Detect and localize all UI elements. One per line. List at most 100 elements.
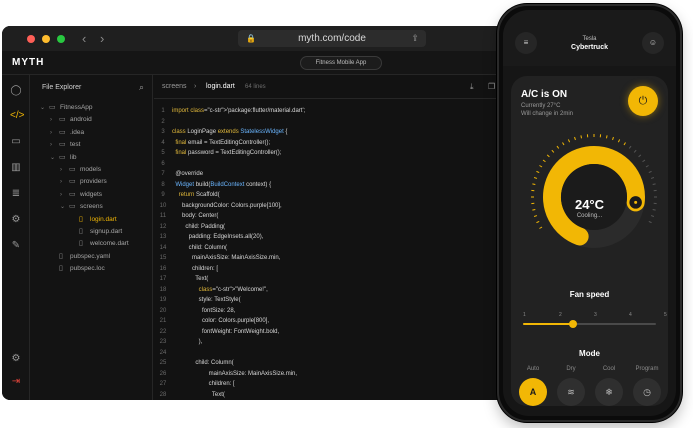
code-line: 27 children: [ (154, 379, 235, 389)
code-line: 19 style: TextStyle( (154, 295, 241, 305)
tree-file[interactable]: ▯ pubspec.yaml (50, 251, 110, 263)
code-text: final password = TextEditingController()… (175, 150, 282, 156)
dial-tick (605, 135, 608, 139)
line-count: 64 lines (245, 84, 266, 90)
code-text: fontWeight: FontWeight.bold, (172, 328, 280, 335)
code-text: ), (172, 339, 203, 345)
code-line: 5 final password = TextEditingController… (154, 148, 281, 158)
chevron-right-icon: › (50, 117, 52, 124)
fan-speed-thumb[interactable] (568, 320, 577, 328)
files-icon[interactable]: ▭ (10, 136, 22, 148)
code-text: fontSize: 28, (172, 307, 236, 314)
code-text: style: TextStyle( (172, 297, 241, 303)
line-number: 4 (161, 139, 165, 146)
code-line: 10 backgroundColor: Colors.purple[100], (154, 201, 282, 211)
target-temperature: 24°C (574, 197, 605, 212)
mode-button-auto[interactable]: A (519, 378, 547, 406)
folder-icon: ▭ (49, 104, 56, 111)
tree-folder[interactable]: › ▭ providers (60, 176, 107, 188)
tree-folder[interactable]: › ▭ test (50, 139, 80, 151)
code-line: 21 color: Colors.purple[800], (154, 316, 269, 326)
list-icon[interactable]: ≣ (10, 188, 22, 200)
tree-item-label: FitnessApp (60, 104, 93, 111)
code-editor: screens › login.dart 64 lines ⤓ ❐ 1 impor… (154, 75, 514, 400)
copy-icon[interactable]: ❐ (488, 82, 495, 91)
mode-button-dry[interactable]: ≋ (557, 378, 585, 406)
search-icon[interactable]: ⌕ (139, 82, 144, 93)
mode-button-cool[interactable]: ❄ (595, 378, 623, 406)
line-number: 18 (159, 286, 167, 293)
code-text: Text( (172, 391, 225, 398)
tree-item-label: welcome.dart (90, 240, 129, 248)
settings-icon[interactable]: ⚙ (10, 214, 22, 226)
fan-tick-3: 3 (594, 312, 597, 318)
gear-icon[interactable]: ⚙ (10, 353, 22, 365)
mode-label-auto: Auto (526, 366, 540, 372)
folder-icon: ▭ (69, 166, 76, 173)
tree-file[interactable]: ▯ login.dart (70, 214, 117, 226)
tree-item-label: screens (80, 203, 103, 211)
breadcrumb-folder[interactable]: screens (162, 83, 187, 90)
code-text: class LoginPage extends StatelessWidget … (172, 129, 288, 135)
forward-arrow-icon[interactable]: › (100, 32, 104, 45)
tree-folder[interactable]: › ▭ android (50, 114, 92, 126)
browser-titlebar: ‹ › 🔒 myth.com/code ⇪ (2, 26, 514, 51)
folder-icon: ▭ (69, 190, 76, 198)
address-bar[interactable]: 🔒 myth.com/code ⇪ (238, 30, 426, 47)
code-text: @override (172, 171, 204, 177)
share-icon[interactable]: ⇪ (411, 30, 419, 47)
line-number: 10 (159, 202, 167, 209)
tree-folder[interactable]: › ▭ models (60, 164, 101, 176)
code-line: 18 class="c-str">"Welcome!", (154, 285, 268, 295)
chat-icon[interactable]: ◯ (10, 85, 22, 97)
code-icon[interactable]: </> (10, 110, 24, 122)
chevron-right-icon: › (60, 179, 62, 186)
fan-speed-fill (523, 323, 573, 325)
maximize-window-button[interactable] (57, 35, 65, 43)
close-window-button[interactable] (27, 35, 35, 43)
tree-item-label: pubspec.yaml (70, 252, 111, 260)
tree-item-label: lib (70, 153, 77, 161)
code-line: 22 fontWeight: FontWeight.bold, (154, 327, 280, 337)
browser-window: ‹ › 🔒 myth.com/code ⇪ MYTH Fitness Mobil… (2, 26, 514, 400)
code-line: 20 fontSize: 28, (154, 306, 236, 316)
columns-icon[interactable]: ▥ (10, 162, 22, 174)
logout-icon[interactable]: ⇥ (10, 376, 22, 388)
dial-tick (628, 145, 632, 149)
dial-tick (633, 149, 637, 153)
tree-file[interactable]: ▯ welcome.dart (70, 238, 129, 250)
breadcrumb-file[interactable]: login.dart (206, 83, 235, 90)
minimize-window-button[interactable] (42, 35, 50, 43)
change-note: Will change in 2min (521, 111, 574, 117)
dial-tick (533, 177, 538, 179)
tools-icon[interactable]: ✎ (10, 240, 22, 252)
back-arrow-icon[interactable]: ‹ (82, 32, 86, 45)
line-number: 21 (159, 318, 167, 324)
tree-file[interactable]: ▯ signup.dart (70, 226, 122, 238)
tree-item-label: models (80, 166, 101, 173)
tree-file[interactable]: ▯ pubspec.loc (50, 263, 105, 275)
dial-tick (532, 183, 536, 186)
tree-folder[interactable]: › ▭ widgets (60, 189, 102, 201)
tree-item-label: signup.dart (90, 228, 123, 235)
fan-tick-2: 2 (559, 312, 562, 318)
tree-folder[interactable]: › ▭ .idea (50, 127, 84, 139)
mode-title: Mode (579, 349, 600, 358)
tree-folder[interactable]: ⌄ ▭ FitnessApp (40, 102, 93, 114)
app-logo: MYTH (12, 57, 44, 68)
line-number: 2 (161, 118, 165, 125)
fan-speed-slider[interactable] (523, 320, 656, 328)
folder-icon: ▭ (59, 153, 66, 161)
tree-folder[interactable]: ⌄ ▭ lib (50, 152, 77, 164)
tree-folder[interactable]: ⌄ ▭ screens (60, 201, 103, 213)
code-text: mainAxisSize: MainAxisSize.min, (172, 255, 281, 261)
dial-tick (648, 170, 652, 174)
profile-icon[interactable]: ☺ (642, 32, 664, 54)
line-number: 19 (159, 297, 167, 303)
mode-button-program[interactable]: ◷ (633, 378, 661, 406)
download-icon[interactable]: ⤓ (470, 82, 474, 92)
line-number: 22 (159, 328, 167, 335)
line-number: 23 (159, 339, 167, 345)
project-pill[interactable]: Fitness Mobile App (300, 56, 382, 70)
power-button[interactable]: ⏻ (628, 86, 658, 116)
